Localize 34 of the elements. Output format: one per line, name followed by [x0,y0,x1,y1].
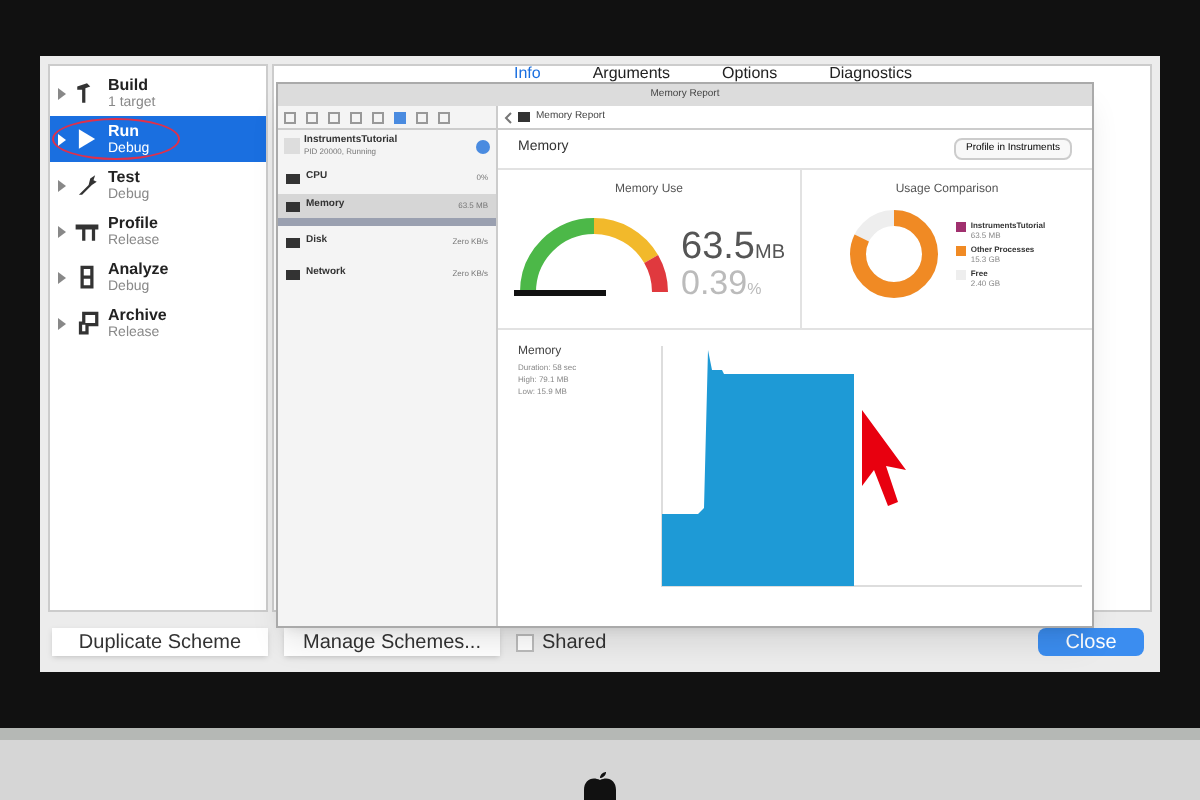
run-icon [74,126,100,152]
disclosure-icon[interactable] [58,271,66,283]
tab[interactable]: Options [722,66,778,82]
gauge-icon [286,237,300,247]
gauge-icon [286,269,300,279]
scheme-name: Build [108,75,150,93]
back-icon[interactable] [504,111,512,123]
file-icon [518,112,530,122]
archive-icon [74,310,100,336]
disclosure-icon[interactable] [58,317,66,329]
tab[interactable]: Info [514,66,541,82]
disclosure-icon[interactable] [58,179,66,191]
tab[interactable]: Arguments [592,66,671,82]
duplicate-scheme-button[interactable]: Duplicate Scheme [52,628,268,656]
shared-label: Shared [542,629,607,657]
scheme-name: Run [108,121,142,139]
disclosure-icon[interactable] [58,225,66,237]
highlight-ellipse [52,118,180,160]
disclosure-icon[interactable] [58,87,66,99]
scheme-name: Profile [108,213,160,231]
test-icon [74,172,100,198]
gauge-icon [286,173,300,183]
shared-checkbox[interactable] [516,633,534,651]
donut-drawing [848,208,941,300]
logo-icon [578,772,622,800]
scheme-name: Analyze [108,259,169,277]
scheme-name: Archive [108,305,167,323]
memory-percent: 0.39% [681,266,764,300]
manage-schemes-button[interactable]: Manage Schemes... [284,628,500,656]
tab[interactable]: Diagnostics [829,66,912,82]
scheme-name: Test [108,167,142,185]
gauge-icon [286,201,300,211]
memory-amount: 63.5MB [681,228,785,266]
status-icon [476,139,490,153]
